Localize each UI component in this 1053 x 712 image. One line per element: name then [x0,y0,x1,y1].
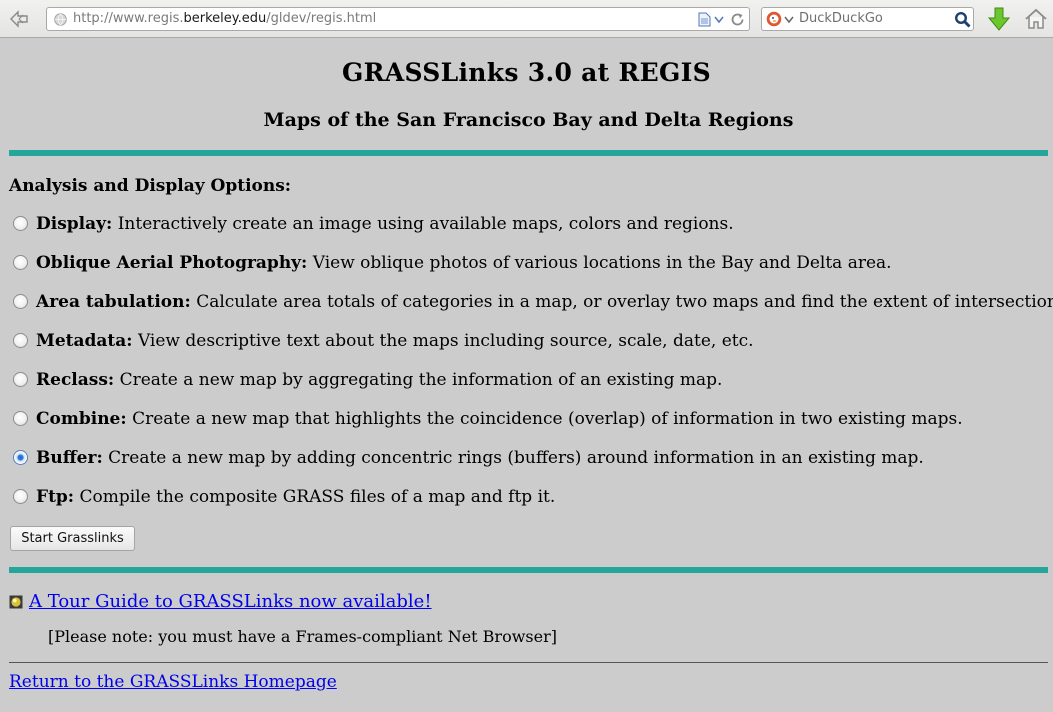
option-desc: Calculate area totals of categories in a… [196,292,1053,312]
url-text: http://www.regis.berkeley.edu/gldev/regi… [73,11,376,26]
chevron-down-icon[interactable] [784,12,794,27]
option-label: Buffer: [36,448,103,468]
option-desc: View descriptive text about the maps inc… [137,331,754,351]
option-desc: Create a new map that highlights the coi… [132,409,963,429]
page-info-icon[interactable] [698,12,711,27]
radio-buffer[interactable] [13,450,28,465]
option-desc: Compile the composite GRASS files of a m… [79,487,556,507]
bullet-icon [9,595,23,609]
option-label: Combine: [36,409,127,429]
radio-reclass[interactable] [13,372,28,387]
page-content: GRASSLinks 3.0 at REGIS Maps of the San … [0,39,1053,712]
url-prefix: http://www.regis. [73,11,184,26]
url-path: /gldev/regis.html [266,11,377,26]
option-label: Oblique Aerial Photography: [36,253,308,273]
horizontal-rule [9,662,1048,663]
top-divider [9,150,1048,156]
options-heading: Analysis and Display Options: [9,176,292,196]
start-grasslinks-button[interactable]: Start Grasslinks [10,526,135,551]
option-label: Reclass: [36,370,115,390]
radio-display[interactable] [13,216,28,231]
radio-metadata[interactable] [13,333,28,348]
back-arrow-icon [10,10,28,28]
option-label: Ftp: [36,487,75,507]
address-bar[interactable]: http://www.regis.berkeley.edu/gldev/regi… [46,7,750,31]
option-label: Area tabulation: [36,292,191,312]
page-title: GRASSLinks 3.0 at REGIS [342,58,711,87]
browser-toolbar: http://www.regis.berkeley.edu/gldev/regi… [0,0,1053,38]
chevron-down-icon[interactable] [714,12,724,27]
globe-icon [54,13,67,26]
reload-icon[interactable] [730,12,745,27]
back-button[interactable] [4,6,34,32]
frames-note: [Please note: you must have a Frames-com… [48,627,557,646]
option-desc: Create a new map by adding concentric ri… [108,448,924,468]
page-subtitle: Maps of the San Francisco Bay and Delta … [263,109,794,131]
option-desc: View oblique photos of various locations… [312,253,892,273]
search-bar[interactable]: DuckDuckGo [761,7,974,31]
option-label: Metadata: [36,331,133,351]
radio-combine[interactable] [13,411,28,426]
option-desc: Create a new map by aggregating the info… [119,370,723,390]
grasslinks-homepage-link[interactable]: Return to the GRASSLinks Homepage [9,672,337,692]
download-icon[interactable] [986,6,1012,32]
option-label: Display: [36,214,113,234]
home-icon[interactable] [1024,7,1048,31]
option-desc: Interactively create an image using avai… [117,214,734,234]
search-icon[interactable] [954,11,971,28]
search-input[interactable]: DuckDuckGo [799,11,883,26]
radio-area-tabulation[interactable] [13,294,28,309]
url-domain: berkeley.edu [183,11,267,26]
radio-oblique-aerial[interactable] [13,255,28,270]
duckduckgo-icon[interactable] [766,11,782,27]
tour-guide-link[interactable]: A Tour Guide to GRASSLinks now available… [29,591,432,612]
radio-ftp[interactable] [13,489,28,504]
bottom-divider [9,567,1048,573]
